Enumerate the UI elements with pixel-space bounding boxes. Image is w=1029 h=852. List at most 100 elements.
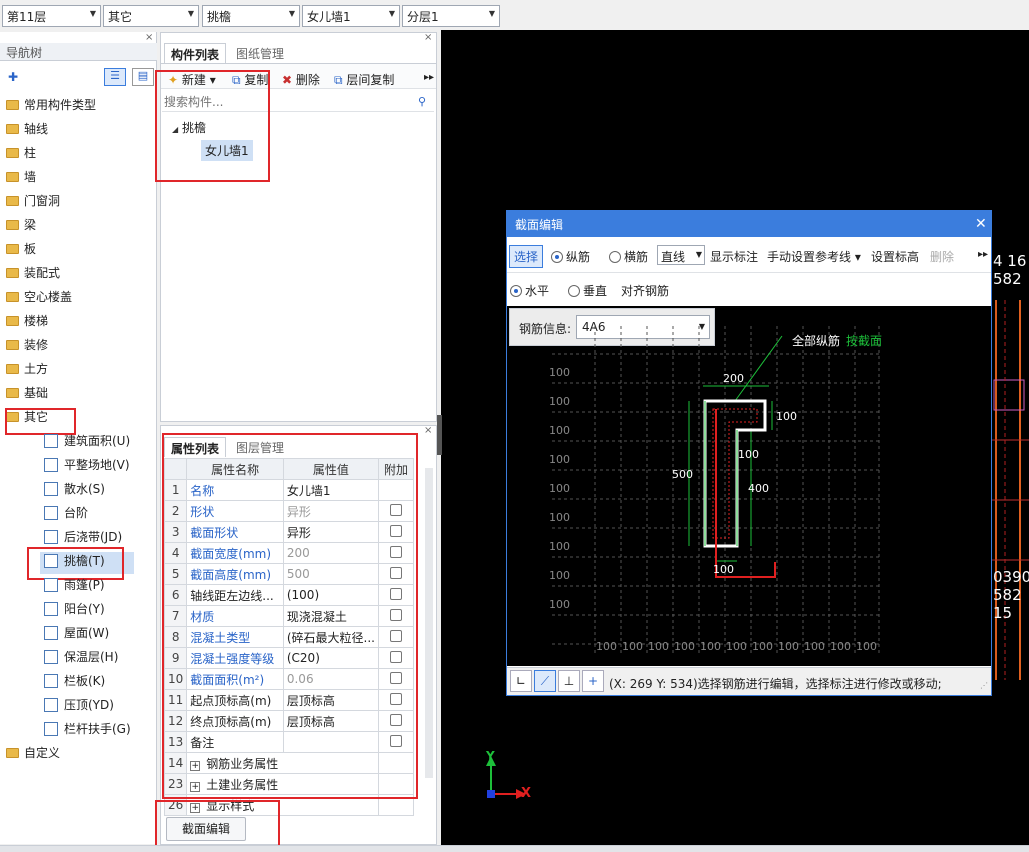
more-icon[interactable]: ▸▸	[978, 249, 988, 260]
all-rebar-label: 全部纵筋	[792, 334, 841, 348]
radio-vertical[interactable]: 垂直	[568, 282, 607, 299]
grid-label: 100	[830, 640, 851, 653]
nav-folder[interactable]: 柱	[6, 142, 36, 164]
grid-label: 100	[648, 640, 669, 653]
search-icon[interactable]: ⚲	[418, 95, 426, 108]
nav-folder-label: 空心楼盖	[24, 290, 73, 304]
folder-icon	[6, 100, 19, 110]
nav-folder[interactable]: 梁	[6, 214, 36, 236]
floor-select[interactable]: 第11层 ▼	[2, 5, 101, 27]
nav-folder[interactable]: 装配式	[6, 262, 60, 284]
manual-ref-button[interactable]: 手动设置参考线 ▾	[767, 248, 861, 265]
highlight-box-component-list	[155, 70, 270, 182]
nav-folder-custom[interactable]: 自定义	[6, 742, 60, 764]
radio-horizontal[interactable]: 水平	[510, 282, 549, 299]
card-view-icon[interactable]: ▤	[132, 68, 154, 86]
close-icon[interactable]: ×	[145, 32, 153, 43]
divider	[507, 272, 991, 273]
close-icon[interactable]: ×	[424, 32, 432, 43]
canvas-text: 582	[993, 270, 1022, 288]
nav-folder[interactable]: 基础	[6, 382, 48, 404]
nav-folder[interactable]: 墙	[6, 166, 36, 188]
nav-sub-label: 屋面(W)	[64, 626, 110, 640]
add-icon[interactable]: ✚	[8, 70, 18, 84]
component-type-select[interactable]: 挑檐 ▼	[202, 5, 300, 27]
set-elevation-button[interactable]: 设置标高	[871, 248, 919, 265]
nav-sub-item[interactable]: 建筑面积(U)	[44, 430, 130, 452]
nav-folder[interactable]: 板	[6, 238, 36, 260]
nav-folder-label: 土方	[24, 362, 49, 376]
nav-folder[interactable]: 楼梯	[6, 310, 48, 332]
nav-folder-label: 基础	[24, 386, 49, 400]
delete-button[interactable]: ✖ 删除	[282, 71, 320, 88]
line-mode-select[interactable]: 直线 ▼	[657, 245, 705, 265]
nav-sub-item[interactable]: 压顶(YD)	[44, 694, 114, 716]
nav-sub-item[interactable]: 台阶	[44, 502, 88, 524]
component-type-icon	[44, 506, 58, 520]
folder-icon	[6, 364, 19, 374]
close-icon[interactable]: ×	[424, 425, 432, 436]
bottom-status-strip	[0, 845, 1029, 852]
splitter-handle[interactable]	[437, 415, 442, 455]
show-label-button[interactable]: 显示标注	[710, 248, 758, 265]
add-point-icon[interactable]: +	[582, 670, 604, 692]
by-section-label[interactable]: 按截面	[846, 332, 882, 349]
delete-rebar-button[interactable]: 删除	[930, 248, 954, 265]
nav-sub-item[interactable]: 保温层(H)	[44, 646, 118, 668]
folder-icon	[6, 316, 19, 326]
folder-icon	[6, 220, 19, 230]
nav-folder-label: 常用构件类型	[24, 98, 97, 112]
property-scrollbar[interactable]	[425, 468, 433, 778]
resize-grip-icon[interactable]: ⋰	[980, 681, 988, 690]
grid-label: 100	[549, 598, 570, 611]
tab-drawing-management[interactable]: 图纸管理	[230, 43, 290, 63]
folder-icon	[6, 388, 19, 398]
nav-folder[interactable]: 门窗洞	[6, 190, 60, 212]
category-select[interactable]: 其它 ▼	[103, 5, 199, 27]
nav-sub-item[interactable]: 散水(S)	[44, 478, 105, 500]
nav-sub-item[interactable]: 雨篷(P)	[44, 574, 105, 596]
dim-label-bottom: 100	[713, 563, 734, 576]
align-rebar-button[interactable]: 对齐钢筋	[621, 282, 669, 299]
folder-icon	[6, 292, 19, 302]
grid-label: 100	[549, 395, 570, 408]
list-view-icon[interactable]: ☰	[104, 68, 126, 86]
grid-label: 100	[549, 366, 570, 379]
axis-y-label: Y	[486, 749, 495, 763]
nav-sub-item[interactable]: 后浇带(JD)	[44, 526, 122, 548]
component-type-icon	[44, 458, 58, 472]
more-icon[interactable]: ▸▸	[424, 72, 434, 83]
dim-label-left: 500	[672, 468, 693, 481]
ortho-icon[interactable]: ∟	[510, 670, 532, 692]
snap-line-icon[interactable]: ⟋	[534, 670, 556, 692]
chevron-down-icon: ▼	[695, 250, 702, 259]
nav-sub-label: 散水(S)	[64, 482, 105, 496]
select-button[interactable]: 选择	[509, 245, 544, 268]
nav-folder-label: 柱	[24, 146, 37, 160]
radio-transverse[interactable]: 横筋	[609, 248, 648, 265]
nav-sub-label: 雨篷(P)	[64, 578, 105, 592]
dialog-close-icon[interactable]: ✕	[975, 216, 987, 232]
nav-folder[interactable]: 常用构件类型	[6, 94, 96, 116]
nav-sub-item[interactable]: 栏板(K)	[44, 670, 105, 692]
perpendicular-icon[interactable]: ⊥	[558, 670, 580, 692]
floor-copy-button[interactable]: ⧉ 层间复制	[334, 71, 394, 88]
grid-label: 100	[778, 640, 799, 653]
nav-sub-item[interactable]: 挑檐(T)	[44, 550, 105, 572]
nav-folder[interactable]: 土方	[6, 358, 48, 380]
nav-folder[interactable]: 轴线	[6, 118, 48, 140]
nav-sub-item[interactable]: 栏杆扶手(G)	[44, 718, 131, 740]
nav-sub-item[interactable]: 屋面(W)	[44, 622, 109, 644]
tab-component-list[interactable]: 构件列表	[164, 43, 227, 63]
layer-select[interactable]: 分层1 ▼	[402, 5, 500, 27]
nav-folder[interactable]: 装修	[6, 334, 48, 356]
nav-sub-item[interactable]: 平整场地(V)	[44, 454, 130, 476]
radio-longitudinal[interactable]: 纵筋	[551, 248, 590, 265]
component-select[interactable]: 女儿墙1 ▼	[302, 5, 400, 27]
canvas-text: 0390	[993, 568, 1029, 586]
nav-sub-item[interactable]: 阳台(Y)	[44, 598, 105, 620]
section-outline	[703, 399, 767, 548]
canvas-labels-bottom: 0390 582 15	[993, 568, 1029, 622]
nav-folder[interactable]: 空心楼盖	[6, 286, 72, 308]
grid-label: 100	[549, 424, 570, 437]
